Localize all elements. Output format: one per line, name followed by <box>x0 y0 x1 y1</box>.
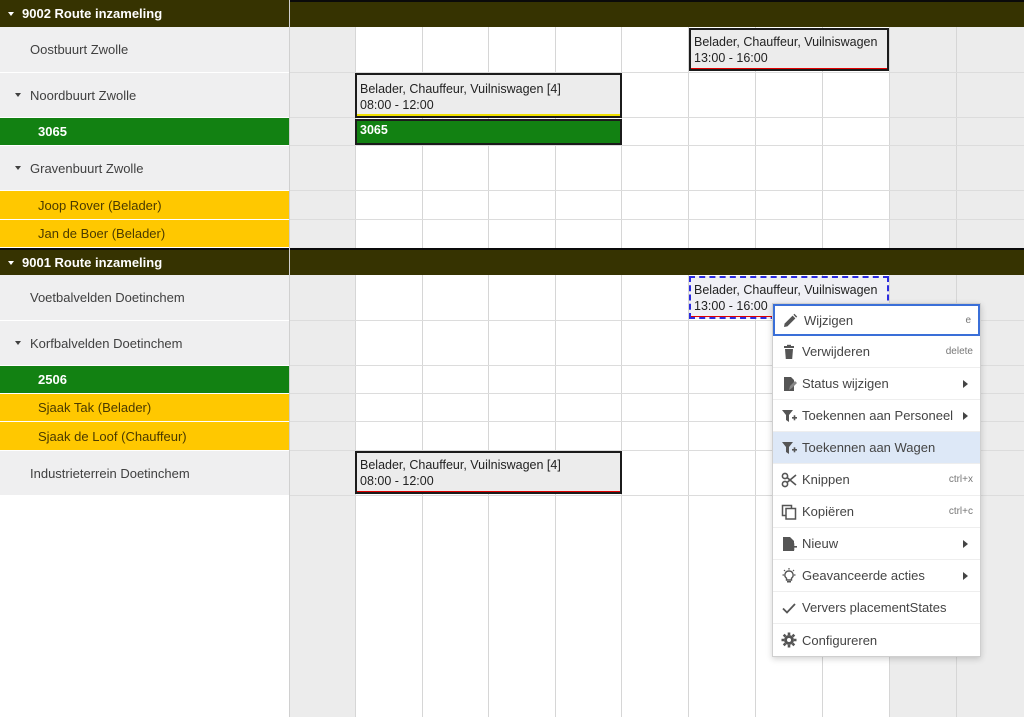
task-oostbuurt[interactable]: Belader, Chauffeur, Vuilniswagen 13:00 -… <box>689 28 889 71</box>
person-label: Joop Rover (Belader) <box>38 197 162 213</box>
task-status-bar <box>357 491 620 492</box>
resource-label: Korfbalvelden Doetinchem <box>30 335 183 351</box>
menu-item-shortcut: delete <box>945 346 973 357</box>
check-icon <box>782 603 796 614</box>
caret-down-icon[interactable] <box>8 260 14 265</box>
resource-label: Gravenbuurt Zwolle <box>30 160 144 176</box>
menu-item-toekennen-personeel[interactable]: Toekennen aan Personeel <box>773 400 980 432</box>
menu-item-shortcut: ctrl+c <box>948 506 973 517</box>
scissors-icon <box>781 472 797 488</box>
menu-item-label: Toekennen aan Personeel <box>802 408 954 423</box>
menu-item-label: Geavanceerde acties <box>802 568 925 583</box>
non-working-column <box>290 0 355 717</box>
group-label: 9002 Route inzameling <box>22 6 163 21</box>
task-status-bar <box>691 68 887 69</box>
resource-row-gravenbuurt[interactable]: Gravenbuurt Zwolle <box>0 146 289 191</box>
menu-item-label: Nieuw <box>802 536 839 551</box>
resource-row-korfbalvelden[interactable]: Korfbalvelden Doetinchem <box>0 321 289 366</box>
task-time: 08:00 - 12:00 <box>360 98 434 112</box>
resource-row-industrieterrein[interactable]: Industrieterrein Doetinchem <box>0 451 289 496</box>
group-header-9001[interactable]: 9001 Route inzameling <box>0 248 289 275</box>
submenu-arrow-icon <box>963 540 968 548</box>
resource-row-oostbuurt[interactable]: Oostbuurt Zwolle <box>0 27 289 73</box>
person-label: Jan de Boer (Belader) <box>38 226 166 241</box>
menu-item-shortcut: ctrl+x <box>948 474 973 485</box>
resource-row-voetbalvelden[interactable]: Voetbalvelden Doetinchem <box>0 275 289 321</box>
resource-label: Oostbuurt Zwolle <box>30 42 129 57</box>
group-header-9002[interactable]: 9002 Route inzameling <box>0 0 289 27</box>
grid-column-line <box>688 0 689 717</box>
menu-item-status-wijzigen[interactable]: Status wijzigen <box>773 368 980 400</box>
resource-row-vehicle-2506[interactable]: 2506 <box>0 366 289 394</box>
context-menu: Wijzigen e Verwijderen delete Status wij… <box>772 303 981 657</box>
task-noordbuurt[interactable]: Belader, Chauffeur, Vuilniswagen [4] 08:… <box>355 73 622 118</box>
submenu-arrow-icon <box>963 572 968 580</box>
menu-item-label: Verwijderen <box>802 344 870 359</box>
status-icon <box>784 377 797 391</box>
vehicle-label: 3065 <box>38 124 67 139</box>
task-title: Belader, Chauffeur, Vuilniswagen <box>694 35 878 49</box>
group-label: 9001 Route inzameling <box>22 255 163 270</box>
submenu-arrow-icon <box>963 380 968 388</box>
person-label: Sjaak Tak (Belader) <box>38 400 152 415</box>
menu-item-verwijderen[interactable]: Verwijderen delete <box>773 336 980 368</box>
menu-item-knippen[interactable]: Knippen ctrl+x <box>773 464 980 496</box>
gear-icon <box>781 632 797 648</box>
resource-row-vehicle-3065[interactable]: 3065 <box>0 118 289 146</box>
caret-down-icon[interactable] <box>15 341 21 345</box>
caret-down-icon[interactable] <box>8 11 14 16</box>
menu-item-geavanceerde-acties[interactable]: Geavanceerde acties <box>773 560 980 592</box>
filter-plus-icon <box>782 442 797 454</box>
grid-row-line <box>290 219 1024 220</box>
resource-row-sjaak-tak[interactable]: Sjaak Tak (Belader) <box>0 394 289 422</box>
new-file-icon <box>783 537 797 551</box>
resource-row-jan-de-boer[interactable]: Jan de Boer (Belader) <box>0 220 289 248</box>
submenu-arrow-icon <box>963 412 968 420</box>
resource-row-sjaak-de-loof[interactable]: Sjaak de Loof (Chauffeur) <box>0 422 289 451</box>
menu-item-label: Knippen <box>802 472 850 487</box>
vehicle-task-3065[interactable]: 3065 <box>355 119 622 145</box>
task-status-bar <box>357 114 620 116</box>
menu-item-label: Ververs placementStates <box>802 600 947 615</box>
caret-down-icon[interactable] <box>15 93 21 97</box>
resource-row-joop-rover[interactable]: Joop Rover (Belader) <box>0 191 289 220</box>
menu-item-label: Toekennen aan Wagen <box>802 440 936 455</box>
copy-icon <box>781 504 797 520</box>
resource-label: Industrieterrein Doetinchem <box>30 465 190 481</box>
task-title: Belader, Chauffeur, Vuilniswagen [4] <box>360 458 561 472</box>
menu-item-label: Wijzigen <box>804 312 854 328</box>
grid-column-line <box>755 0 756 717</box>
menu-item-wijzigen[interactable]: Wijzigen e <box>773 304 980 336</box>
task-industrieterrein[interactable]: Belader, Chauffeur, Vuilniswagen [4] 08:… <box>355 451 622 494</box>
caret-down-icon[interactable] <box>15 166 21 170</box>
task-time: 13:00 - 16:00 <box>694 51 768 65</box>
resource-label: Noordbuurt Zwolle <box>30 87 137 103</box>
grid-row-line <box>290 190 1024 191</box>
menu-item-configureren[interactable]: Configureren <box>773 624 980 656</box>
menu-item-kopieren[interactable]: Kopiëren ctrl+c <box>773 496 980 528</box>
vehicle-label: 2506 <box>38 372 67 387</box>
vehicle-task-label: 3065 <box>360 123 388 137</box>
menu-item-shortcut: e <box>965 314 971 326</box>
task-time: 08:00 - 12:00 <box>360 474 434 488</box>
task-title: Belader, Chauffeur, Vuilniswagen <box>694 283 878 297</box>
menu-item-label: Kopiëren <box>802 504 855 519</box>
menu-item-label: Configureren <box>802 632 878 648</box>
resource-row-noordbuurt[interactable]: Noordbuurt Zwolle <box>0 73 289 118</box>
menu-item-toekennen-wagen[interactable]: Toekennen aan Wagen <box>773 432 980 464</box>
resource-panel: 9002 Route inzameling Oostbuurt Zwolle N… <box>0 0 290 717</box>
lightbulb-icon <box>782 568 796 583</box>
group-band-9002 <box>290 0 1024 27</box>
task-title: Belader, Chauffeur, Vuilniswagen [4] <box>360 82 561 96</box>
menu-item-ververs-placementstates[interactable]: Ververs placementStates <box>773 592 980 624</box>
menu-item-nieuw[interactable]: Nieuw <box>773 528 980 560</box>
pencil-icon <box>784 313 798 327</box>
filter-plus-icon <box>782 410 797 422</box>
person-label: Sjaak de Loof (Chauffeur) <box>38 428 187 444</box>
resource-label: Voetbalvelden Doetinchem <box>30 290 185 305</box>
menu-item-label: Status wijzigen <box>802 376 889 391</box>
grid-row-line <box>290 145 1024 146</box>
group-band-9001 <box>290 248 1024 275</box>
trash-icon <box>784 344 794 359</box>
